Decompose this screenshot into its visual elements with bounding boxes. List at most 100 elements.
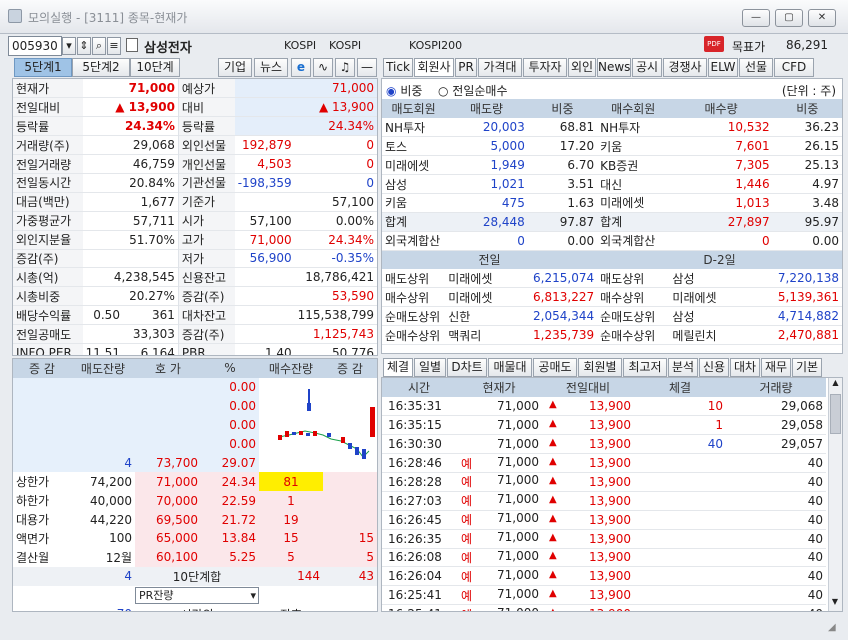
sell-price[interactable] [135,378,201,397]
tab-회원사[interactable]: 회원사 [414,58,454,77]
tab-가격대[interactable]: 가격대 [478,58,522,77]
sell-price[interactable]: 73,700 [135,453,201,472]
tab-news[interactable]: News [597,58,631,77]
quote-label: 시총(억) [13,267,83,287]
news-button[interactable]: 뉴스 [254,58,288,77]
tab-cfd[interactable]: CFD [774,58,814,77]
tab-11[interactable]: 기본 [792,358,822,377]
company-button[interactable]: 기업 [218,58,252,77]
tab-tick[interactable]: Tick [383,58,413,77]
quote-label: INFO PER [13,343,83,355]
stepper-icon[interactable]: ⇕ [77,37,91,55]
buy-row: 하한가 40,000 70,000 22.59 1 [13,491,377,511]
buy-price[interactable]: 60,100 [135,547,201,567]
trade-price: 예 71,000 [456,454,542,473]
members-row: NH투자 20,003 68.81 NH투자 10,532 36.23 [382,118,842,137]
top-members-cell: 순매수상위 [385,328,441,343]
total-label: 10단계합 [172,569,222,584]
buy-price[interactable]: 71,000 [135,472,201,492]
radio-prev-netbuy[interactable]: ○ 전일순매수 [438,82,508,99]
search-icon[interactable]: ⌕ [92,37,106,55]
minimize-button[interactable]: — [742,9,770,27]
sell-qty [71,416,135,435]
trades-header: 체결 [634,378,726,397]
collapse-icon[interactable]: — [357,58,377,77]
right-tab-bar: Tick 회원사 PR 가격대 투자자 외인 News 공시 경쟁사 ELW 선물 CFD [381,58,843,78]
quote-label: 저가 [177,249,235,268]
close-button[interactable]: ✕ [808,9,836,27]
top-members-cell: 미래에셋 [448,290,493,305]
tab-elw[interactable]: ELW [708,58,738,77]
top-members-cell: 메릴린치 [672,328,717,343]
quote-row: 배당수익률 0.50 361 대차잔고 115,538,799 [13,305,377,325]
tab-10level[interactable]: 10단계 [130,58,180,77]
maximize-button[interactable]: ▢ [775,9,803,27]
sell-price[interactable] [135,435,201,454]
tab-공시[interactable]: 공시 [632,58,662,77]
target-price-value: 86,291 [786,38,828,52]
quote-value: 33,303 [132,327,175,342]
trades-scrollbar[interactable]: ▲ ▼ [828,378,842,611]
quote-value [83,249,179,268]
tab-경쟁사[interactable]: 경쟁사 [663,58,707,77]
trade-row: 16:26:45 예 71,000 ▲ 13,900 40 [382,510,826,530]
stock-code-input[interactable]: 005930 [8,36,62,56]
tab-6[interactable]: 최고저 [623,358,667,377]
tab-7[interactable]: 분석 [668,358,698,377]
tab-10[interactable]: 재무 [761,358,791,377]
alert-icon[interactable]: ♫ [335,58,355,77]
scroll-down-icon[interactable]: ▼ [829,597,841,611]
tab-2[interactable]: D차트 [447,358,487,377]
scroll-up-icon[interactable]: ▲ [829,378,842,392]
menu-icon[interactable]: ≡ [107,37,121,55]
chart-tool-icon[interactable]: ∿ [313,58,333,77]
members-cell: 0 [762,233,770,248]
members-foreign-row: 외국계합산 0 0.00 외국계합산 0 0.00 [382,231,842,251]
buy-price[interactable]: 69,500 [135,510,201,530]
quote-value2: 115,538,799 [297,308,374,323]
tab-4[interactable]: 공매도 [533,358,577,377]
buy-price[interactable]: 65,000 [135,529,201,548]
tab-9[interactable]: 대차 [730,358,760,377]
trade-change: ▲ 13,900 [542,435,634,454]
tab-8[interactable]: 신용 [699,358,729,377]
trade-change: ▲ 13,900 [542,510,634,529]
trade-price-value: 71,000 [497,473,539,488]
market-label-1: KOSPI [284,39,317,52]
trades-header: 거래량 [726,378,826,397]
code-dropdown-icon[interactable]: ▾ [62,37,76,55]
tab-0[interactable]: 체결 [383,358,413,377]
tab-1[interactable]: 일별 [414,358,446,377]
resize-grip-icon[interactable]: ◢ [828,622,836,633]
sell-price[interactable] [135,397,201,416]
sell-price[interactable] [135,416,201,435]
trade-qty: 10 [707,399,723,414]
buy-price[interactable]: 70,000 [135,491,201,511]
tab-5level1[interactable]: 5단계1 [14,58,72,77]
buy-diff [323,510,377,530]
quote-row: 전일거래량 46,759 개인선물 4,503 0 [13,154,377,174]
radio-ratio[interactable]: ◉ 비중 [386,82,422,99]
trades-table: 시간 현재가 전일대비 체결 거래량 16:35:31 71,000 ▲ 13,900 10 29,… [382,378,826,611]
expected-mark: 예 [461,550,473,565]
tab-선물[interactable]: 선물 [739,58,773,77]
tab-3[interactable]: 매물대 [488,358,532,377]
pr-select[interactable]: PR잔량 ▾ [135,586,259,604]
browser-icon[interactable]: e [291,58,311,77]
members-cell: 합계 [600,215,623,230]
quote-value2: 0 [366,138,374,153]
tab-5level2[interactable]: 5단계2 [72,58,130,77]
tab-pr[interactable]: PR [455,58,477,77]
pdf-icon[interactable]: PDF [704,36,724,52]
quote-value [235,192,295,211]
top-members-row: 순매도상위 신한 2,054,344 순매도상위 삼성 4,714,882 [382,307,842,326]
trade-qty: 1 [715,418,723,433]
scroll-thumb[interactable] [830,394,841,434]
memo-icon[interactable] [126,38,138,52]
quote-label: 기준가 [177,192,235,212]
tab-투자자[interactable]: 투자자 [523,58,567,77]
trade-change-value: 13,900 [589,474,631,489]
tab-외인[interactable]: 외인 [568,58,596,77]
tab-5[interactable]: 회원별 [578,358,622,377]
quote-value2: 6,164 [140,345,175,356]
